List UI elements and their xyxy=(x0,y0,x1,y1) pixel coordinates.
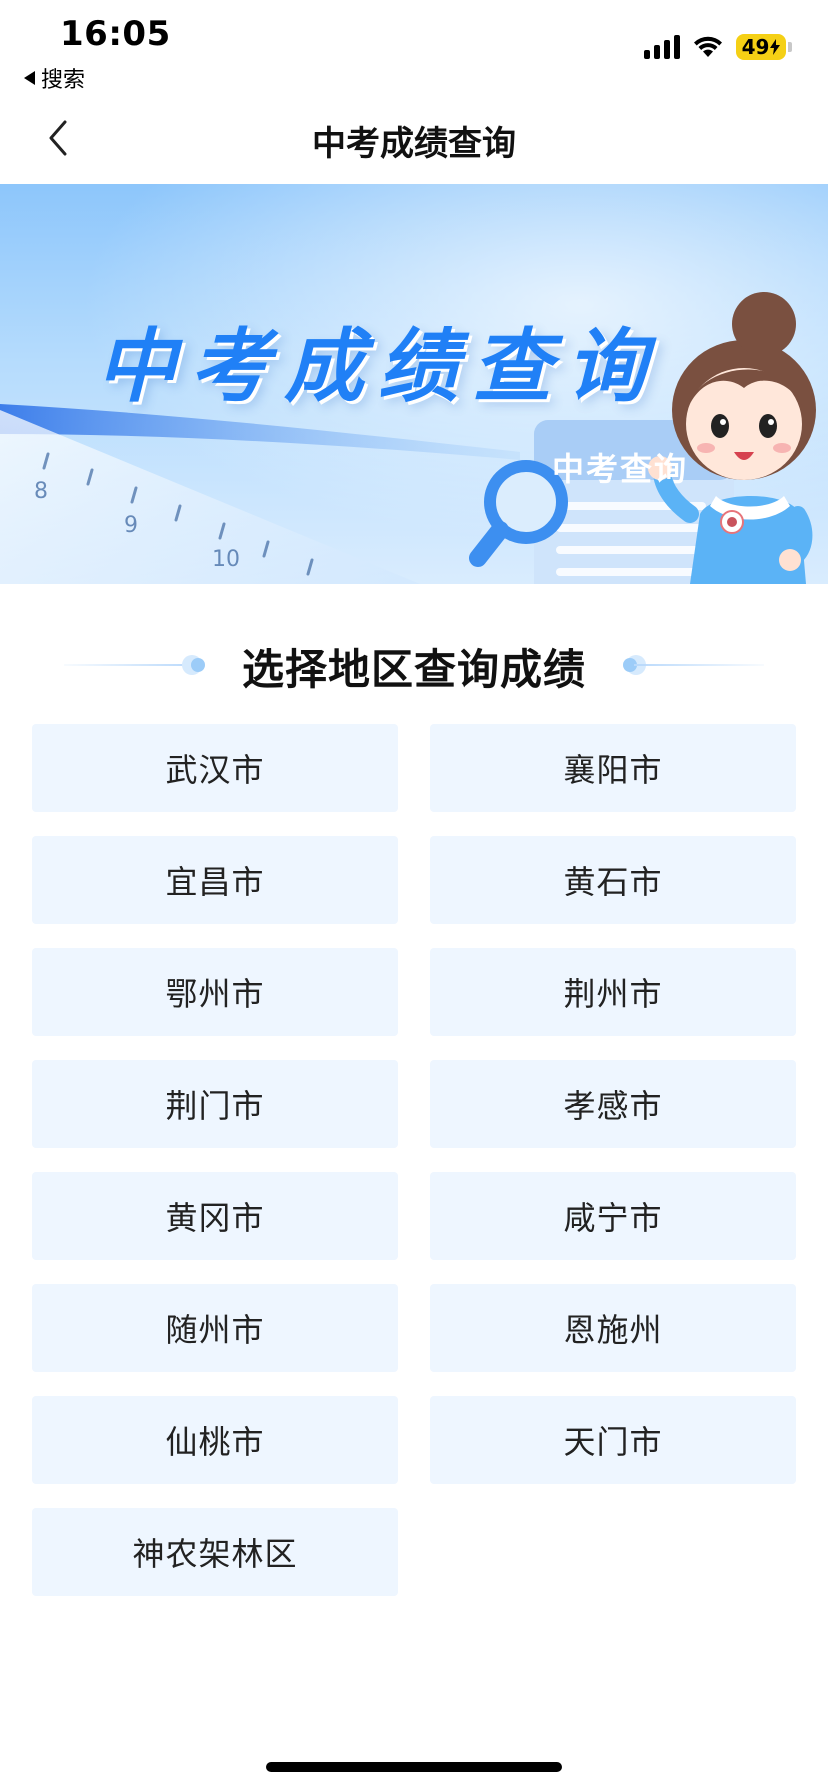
svg-text:10: 10 xyxy=(212,547,240,572)
charging-bolt-icon xyxy=(770,39,781,55)
battery-level: 49 xyxy=(741,35,770,59)
banner-title: 中考成绩查询 xyxy=(96,320,660,413)
status-bar: 16:05 搜索 49 xyxy=(0,0,828,94)
region-button-xiangyang[interactable]: 襄阳市 xyxy=(430,724,796,812)
status-time: 16:05 xyxy=(60,14,171,54)
region-button-xianning[interactable]: 咸宁市 xyxy=(430,1172,796,1260)
svg-text:8: 8 xyxy=(34,479,48,504)
region-button-jingmen[interactable]: 荆门市 xyxy=(32,1060,398,1148)
section-heading: 选择地区查询成绩 xyxy=(0,630,828,700)
page-title: 中考成绩查询 xyxy=(312,124,516,164)
region-button-suizhou[interactable]: 随州市 xyxy=(32,1284,398,1372)
divider-right xyxy=(634,664,764,666)
back-to-search-label: 搜索 xyxy=(41,68,86,93)
region-button-shennongjia[interactable]: 神农架林区 xyxy=(32,1508,398,1596)
battery-icon: 49 xyxy=(736,34,792,60)
banner-card-text: 中考查询 xyxy=(552,450,689,488)
region-button-yichang[interactable]: 宜昌市 xyxy=(32,836,398,924)
status-indicators: 49 xyxy=(644,34,792,60)
region-button-jingzhou[interactable]: 荆州市 xyxy=(430,948,796,1036)
region-button-wuhan[interactable]: 武汉市 xyxy=(32,724,398,812)
svg-text:9: 9 xyxy=(124,513,138,538)
navigation-bar: 中考成绩查询 xyxy=(0,92,828,184)
home-indicator[interactable] xyxy=(266,1762,562,1772)
wifi-icon xyxy=(694,36,722,57)
section-title: 选择地区查询成绩 xyxy=(241,645,586,694)
region-grid: 武汉市 襄阳市 宜昌市 黄石市 鄂州市 荆州市 荆门市 孝感市 黄冈市 咸宁市 … xyxy=(32,724,796,1596)
cellular-signal-icon xyxy=(644,35,680,59)
region-button-ezhou[interactable]: 鄂州市 xyxy=(32,948,398,1036)
hero-banner: 8 9 10 中考成绩查询 中考查询 xyxy=(0,184,828,584)
region-button-enshi[interactable]: 恩施州 xyxy=(430,1284,796,1372)
region-button-huangshi[interactable]: 黄石市 xyxy=(430,836,796,924)
region-button-xiaogan[interactable]: 孝感市 xyxy=(430,1060,796,1148)
region-button-tianmen[interactable]: 天门市 xyxy=(430,1396,796,1484)
back-to-search-link[interactable]: 搜索 xyxy=(24,62,85,94)
region-button-xiantao[interactable]: 仙桃市 xyxy=(32,1396,398,1484)
back-triangle-icon xyxy=(24,71,35,85)
region-button-huanggang[interactable]: 黄冈市 xyxy=(32,1172,398,1260)
